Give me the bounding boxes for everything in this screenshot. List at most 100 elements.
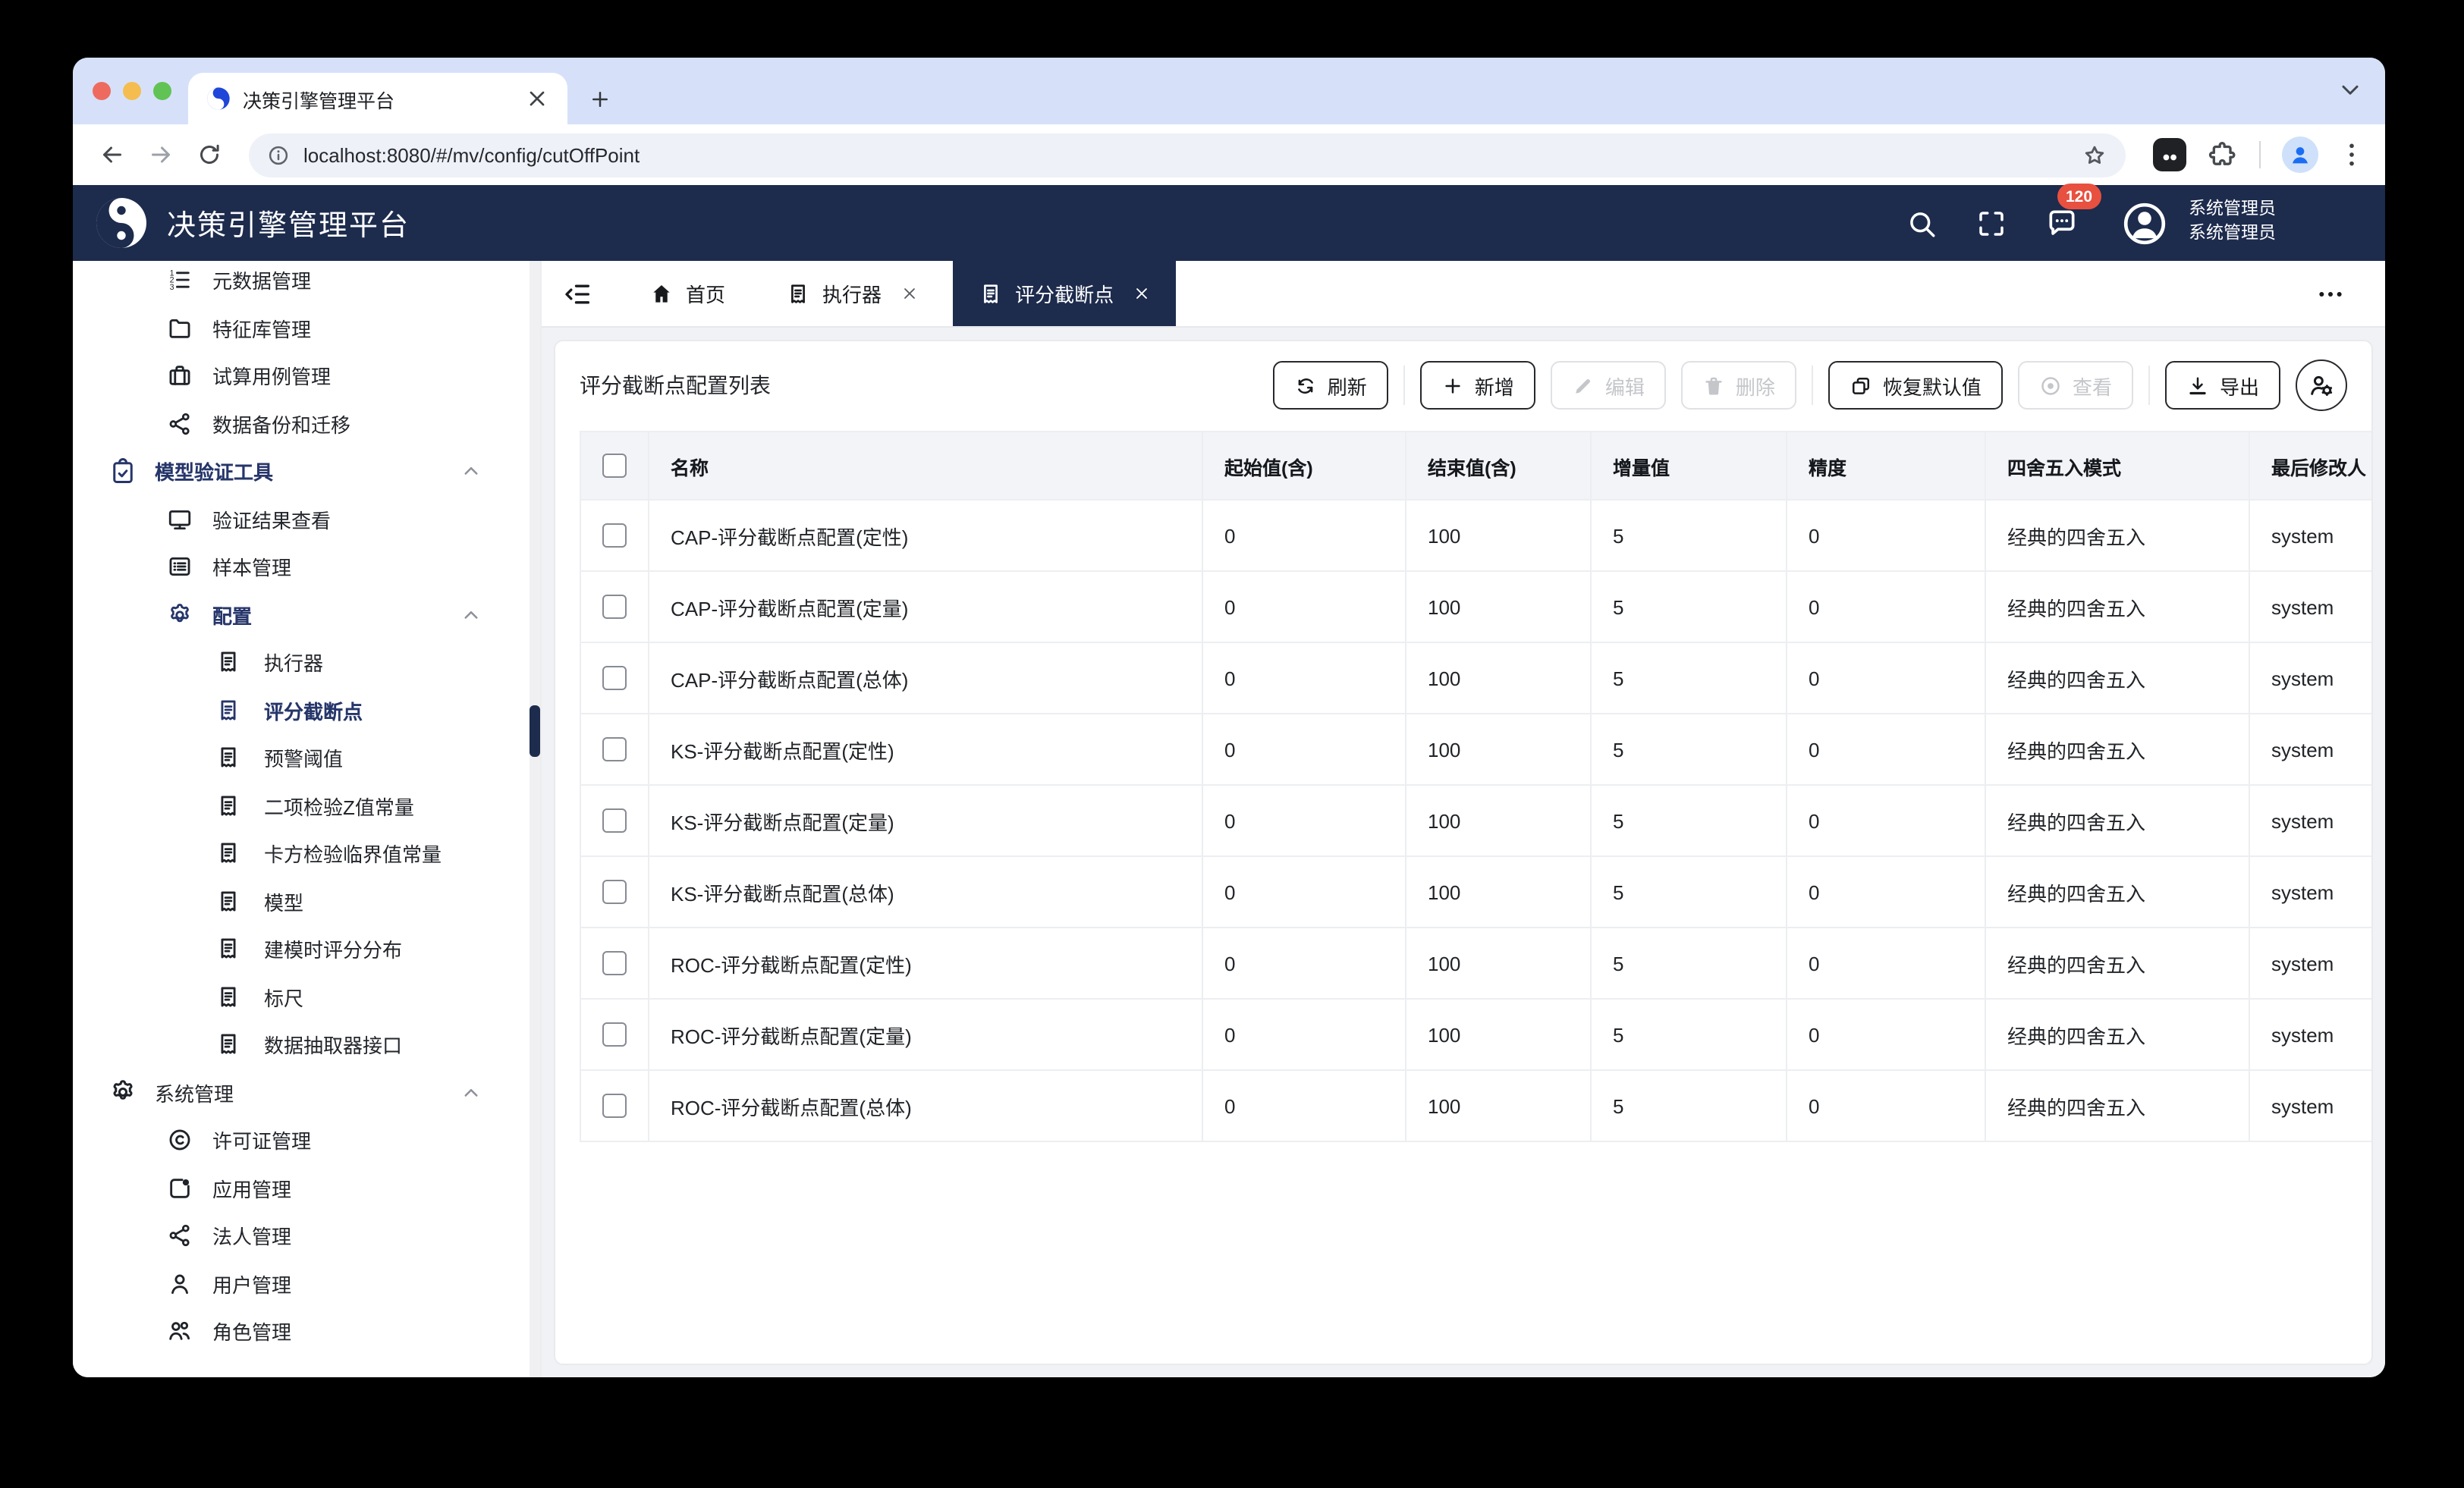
new-tab-button[interactable] [580,79,619,118]
sidebar-item[interactable]: 模型验证工具 [73,447,540,495]
row-checkbox[interactable] [602,1022,627,1047]
receipt-icon [215,698,241,724]
table-row[interactable]: KS-评分截断点配置(定性)010050经典的四舍五入system2024-07… [580,714,2373,785]
eye-icon [2039,374,2062,397]
table-row[interactable]: KS-评分截断点配置(总体)010050经典的四舍五入system2024-07… [580,856,2373,928]
sidebar-item[interactable]: 法人管理 [73,1212,540,1260]
sidebar-item[interactable]: 评分截断点 [73,686,540,734]
close-window-button[interactable] [93,82,111,100]
config-list-card: 评分截断点配置列表 刷新新增编辑删除恢复默认值查看导出 名称起始值(含)结束值(… [554,340,2373,1365]
table-cell: 100 [1406,856,1591,928]
restore-defaults-button[interactable]: 恢复默认值 [1828,361,2003,410]
close-tab-icon[interactable] [522,83,552,114]
sidebar-item[interactable]: 卡方检验临界值常量 [73,830,540,877]
row-select-cell [580,785,649,856]
sidebar-item[interactable]: 系统管理 [73,1069,540,1116]
tab-home[interactable]: 首页 [624,261,751,326]
site-info-icon[interactable] [267,143,290,166]
row-checkbox[interactable] [602,595,627,619]
browser-profile-avatar[interactable] [2282,137,2318,173]
table-row[interactable]: KS-评分截断点配置(定量)010050经典的四舍五入system2024-07… [580,785,2373,856]
table-row[interactable]: ROC-评分截断点配置(定性)010050经典的四舍五入system2024-0… [580,928,2373,999]
table-cell: 经典的四舍五入 [1985,642,2249,714]
chevron-up-icon[interactable] [460,460,482,483]
receipt-icon [215,889,241,915]
address-bar[interactable]: localhost:8080/#/mv/config/cutOffPoint [249,133,2126,177]
sidebar-item[interactable]: 建模时评分分布 [73,925,540,973]
receipt-icon [215,937,241,962]
export-button[interactable]: 导出 [2165,361,2280,410]
zoom-window-button[interactable] [153,82,171,100]
refresh-button[interactable]: 刷新 [1273,361,1388,410]
sidebar-item-label: 数据抽取器接口 [264,1031,402,1059]
row-checkbox[interactable] [602,523,627,548]
sidebar-item[interactable]: 验证结果查看 [73,495,540,543]
users-icon [167,1319,193,1345]
chevron-up-icon[interactable] [460,604,482,626]
add-button[interactable]: 新增 [1420,361,1535,410]
close-tab-icon[interactable] [1133,285,1150,302]
sidebar-item[interactable]: 用户管理 [73,1260,540,1307]
sidebar-item[interactable]: 应用管理 [73,1164,540,1212]
sidebar-item[interactable]: 预警阈值 [73,734,540,782]
table-row[interactable]: CAP-评分截断点配置(总体)010050经典的四舍五入system2024-0… [580,642,2373,714]
row-checkbox[interactable] [602,808,627,833]
edit-button[interactable]: 编辑 [1551,361,1666,410]
delete-button[interactable]: 删除 [1681,361,1796,410]
sidebar-item[interactable]: 二项检验Z值常量 [73,782,540,830]
row-checkbox[interactable] [602,880,627,904]
table-row[interactable]: ROC-评分截断点配置(定量)010050经典的四舍五入system2024-0… [580,999,2373,1070]
row-select-cell [580,999,649,1070]
search-button[interactable] [1896,197,1947,249]
sidebar-item[interactable]: 配置 [73,591,540,639]
browser-tab[interactable]: 决策引擎管理平台 [188,73,567,124]
close-tab-icon[interactable] [901,285,918,302]
sidebar-scrollbar-track[interactable] [530,261,540,1377]
sidebar-item[interactable]: 试算用例管理 [73,352,540,400]
bookmark-star-icon[interactable] [2082,142,2107,168]
user-info[interactable]: 系统管理员 系统管理员 [2189,199,2276,246]
sidebar-item[interactable]: 许可证管理 [73,1116,540,1164]
fullscreen-button[interactable] [1966,197,2017,249]
trash-icon [1702,374,1725,397]
sidebar-item[interactable]: 执行器 [73,639,540,686]
extensions-puzzle-icon[interactable] [2208,140,2238,170]
row-checkbox[interactable] [602,951,627,975]
chevron-up-icon[interactable] [460,1081,482,1104]
tab-executor[interactable]: 执行器 [760,261,944,326]
table-cell: 5 [1591,785,1787,856]
sidebar-scrollbar-thumb[interactable] [530,705,540,757]
table-row[interactable]: CAP-评分截断点配置(定量)010050经典的四舍五入system2024-0… [580,571,2373,642]
extension-icon[interactable] [2153,138,2186,171]
messages-button[interactable]: 120 [2035,197,2087,249]
reload-button[interactable] [188,133,231,176]
sidebar-item[interactable]: 数据备份和迁移 [73,400,540,447]
row-checkbox[interactable] [602,666,627,690]
tab-options-ellipsis-icon[interactable] [2315,278,2346,309]
sidebar-item[interactable]: 123元数据管理 [73,261,540,304]
sidebar-item[interactable]: 标尺 [73,973,540,1021]
select-all-checkbox[interactable] [602,454,627,478]
sidebar-item[interactable]: 特征库管理 [73,304,540,352]
sidebar-item[interactable]: 角色管理 [73,1307,540,1355]
row-checkbox[interactable] [602,1094,627,1118]
tab-search-chevron-icon[interactable] [2337,76,2364,103]
tab-cutoff-point[interactable]: 评分截断点 [953,261,1176,326]
table-cell: CAP-评分截断点配置(定性) [649,500,1202,571]
sidebar-item-label: 应用管理 [212,1174,291,1203]
browser-menu-icon[interactable] [2337,140,2367,170]
sidebar-item[interactable]: 模型 [73,877,540,925]
column-settings-button[interactable] [2296,359,2347,411]
forward-button[interactable] [140,133,182,176]
view-button[interactable]: 查看 [2018,361,2133,410]
sidebar-item[interactable]: 样本管理 [73,543,540,591]
back-button[interactable] [91,133,134,176]
table-row[interactable]: ROC-评分截断点配置(总体)010050经典的四舍五入system2024-0… [580,1070,2373,1141]
user-avatar-icon[interactable] [2120,199,2167,246]
row-checkbox[interactable] [602,737,627,761]
table-row[interactable]: CAP-评分截断点配置(定性)010050经典的四舍五入system2024-0… [580,500,2373,571]
sidebar-item[interactable]: 数据抽取器接口 [73,1021,540,1069]
collapse-sidebar-button[interactable] [542,261,614,326]
table-cell: 0 [1202,714,1406,785]
minimize-window-button[interactable] [123,82,141,100]
